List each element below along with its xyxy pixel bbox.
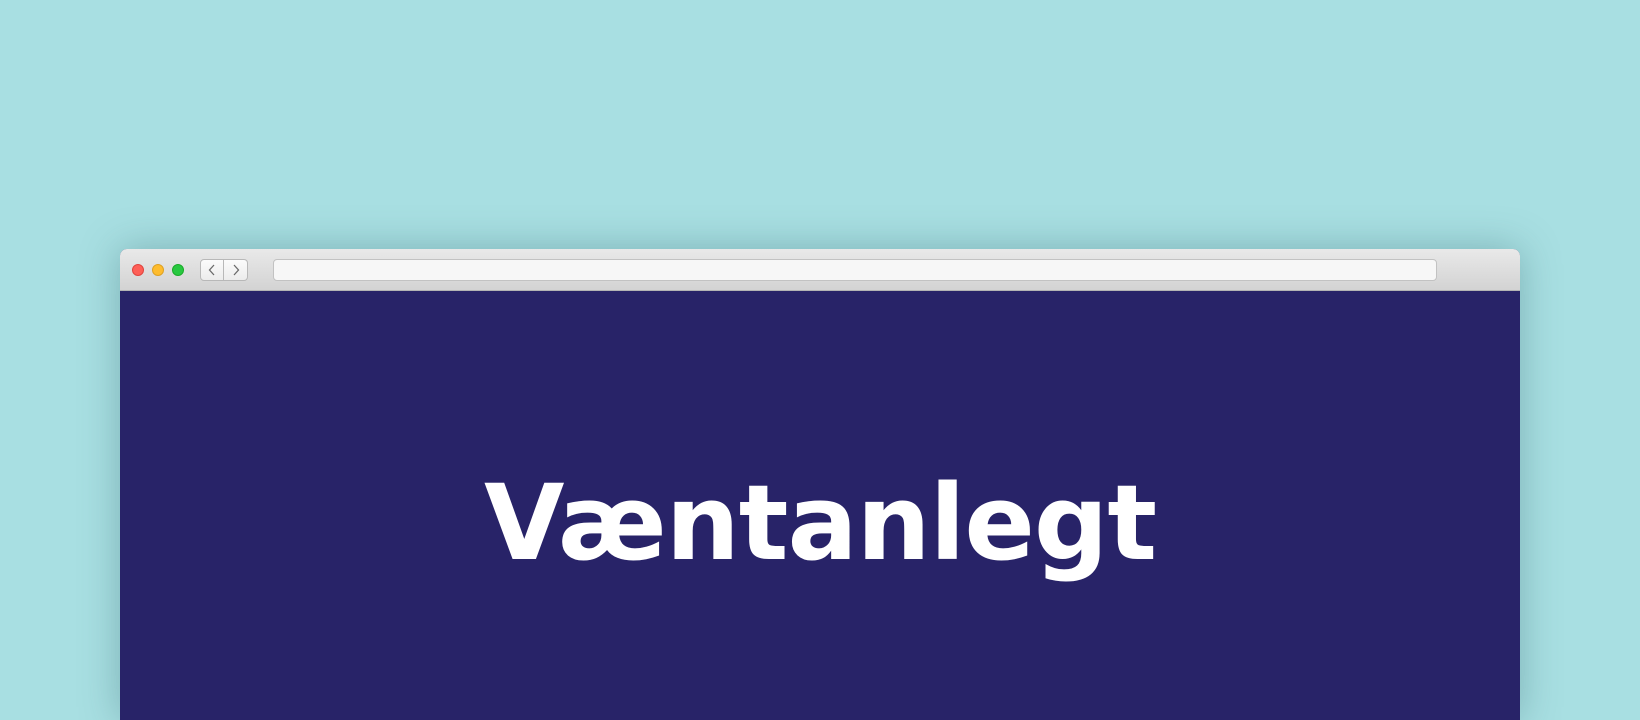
navigation-buttons (200, 259, 248, 281)
address-bar[interactable] (273, 259, 1437, 281)
browser-window: Væntanlegt (120, 249, 1520, 720)
minimize-window-button[interactable] (152, 264, 164, 276)
browser-toolbar (120, 249, 1520, 291)
page-title: Væntanlegt (483, 462, 1157, 584)
back-button[interactable] (200, 259, 224, 281)
close-window-button[interactable] (132, 264, 144, 276)
forward-button[interactable] (224, 259, 248, 281)
chevron-right-icon (232, 264, 240, 276)
chevron-left-icon (208, 264, 216, 276)
maximize-window-button[interactable] (172, 264, 184, 276)
page-content: Væntanlegt (120, 291, 1520, 720)
